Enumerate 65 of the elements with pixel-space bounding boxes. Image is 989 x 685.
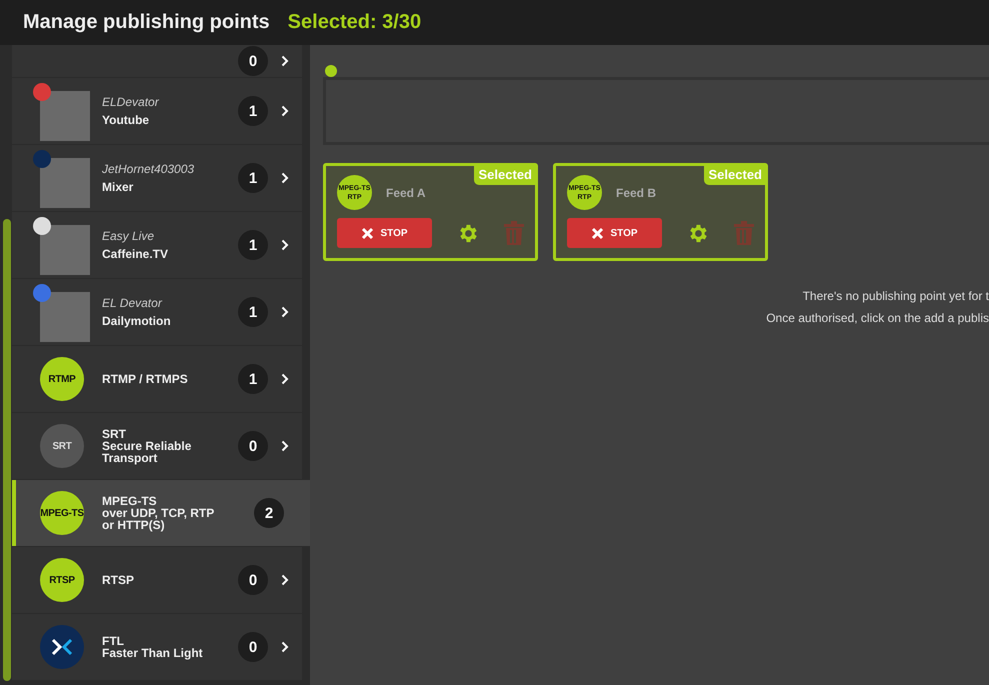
protocol-badge: MPEG-TS <box>40 491 84 535</box>
close-icon <box>591 226 604 240</box>
point-count: 1 <box>238 96 268 126</box>
publishing-target-item[interactable]: Easy Live Caffeine.TV 1 <box>12 212 302 278</box>
chevron-right-icon[interactable] <box>281 373 289 385</box>
service-name: Mixer <box>102 180 134 194</box>
selection-count: Selected: 3/30 <box>288 11 422 34</box>
point-count: 1 <box>238 230 268 260</box>
chevron-right-icon[interactable] <box>281 641 289 653</box>
point-count: 0 <box>238 565 268 595</box>
publishing-target-item[interactable]: EL Devator Dailymotion 1 <box>12 279 302 345</box>
empty-message: There's no publishing point yet for t <box>802 289 989 303</box>
account-name: EL Devator <box>102 296 164 310</box>
photo-placeholder <box>40 91 90 141</box>
protocol-name: RTMP / RTMPS <box>102 373 189 385</box>
point-count: 2 <box>254 498 284 528</box>
photo-placeholder <box>40 225 90 275</box>
publishing-target-item[interactable]: MPEG-TS MPEG-TS over UDP, TCP, RTP or HTTP(S) 2 <box>12 480 310 546</box>
protocol-name: MPEG-TS over UDP, TCP, RTP or HTTP(S) <box>102 495 216 531</box>
chevron-right-icon[interactable] <box>281 574 289 586</box>
point-count: 1 <box>238 364 268 394</box>
selected-tag: Selected <box>704 166 765 185</box>
point-count: 0 <box>238 431 268 461</box>
close-icon <box>361 226 374 240</box>
scrollbar[interactable] <box>3 219 11 681</box>
service-name: Youtube <box>102 113 150 127</box>
point-count: 1 <box>238 297 268 327</box>
selected-tag: Selected <box>474 166 535 185</box>
photo-placeholder <box>40 292 90 342</box>
feed-name: Feed B <box>616 186 656 200</box>
photo-placeholder <box>40 158 90 208</box>
point-count: 0 <box>238 46 268 76</box>
publishing-target-item[interactable]: FTL Faster Than Light 0 <box>12 614 302 680</box>
account-name: Easy Live <box>102 229 156 243</box>
publishing-target-item[interactable]: SRT SRT Secure Reliable Transport 0 <box>12 413 302 479</box>
protocol-name: FTL Faster Than Light <box>102 635 204 659</box>
ftl-logo-icon <box>40 625 84 669</box>
feed-name: Feed A <box>386 186 426 200</box>
protocol-badge: RTMP <box>40 357 84 401</box>
page-title: Manage publishing points <box>23 11 270 34</box>
chevron-right-icon[interactable] <box>281 440 289 452</box>
account-name: ELDevator <box>102 95 160 109</box>
point-count: 0 <box>238 632 268 662</box>
stop-button[interactable]: STOP <box>567 218 662 248</box>
protocol-name: RTSP <box>102 574 136 586</box>
chevron-right-icon[interactable] <box>281 55 289 67</box>
chevron-right-icon[interactable] <box>281 306 289 318</box>
protocol-badge: SRT <box>40 424 84 468</box>
publishing-target-item[interactable]: JetHornet403003 Mixer 1 <box>12 145 302 211</box>
stop-button[interactable]: STOP <box>337 218 432 248</box>
account-name: JetHornet403003 <box>102 162 196 176</box>
publishing-target-item[interactable]: RTSP RTSP 0 <box>12 547 302 613</box>
service-name: Caffeine.TV <box>102 247 170 261</box>
mpeg-ts-badge-icon <box>325 65 337 77</box>
publishing-target-item[interactable]: RTMP RTMP / RTMPS 1 <box>12 346 302 412</box>
publishing-target-item[interactable]: 0 <box>12 45 302 77</box>
chevron-right-icon[interactable] <box>281 105 289 117</box>
point-count: 1 <box>238 163 268 193</box>
protocol-badge: RTSP <box>40 558 84 602</box>
chevron-right-icon[interactable] <box>281 239 289 251</box>
publishing-target-item[interactable]: ELDevator Youtube 1 <box>12 78 302 144</box>
service-name: Dailymotion <box>102 314 172 328</box>
protocol-name: SRT Secure Reliable Transport <box>102 428 192 464</box>
chevron-right-icon[interactable] <box>281 172 289 184</box>
empty-message: Once authorised, click on the add a publis <box>766 311 989 325</box>
